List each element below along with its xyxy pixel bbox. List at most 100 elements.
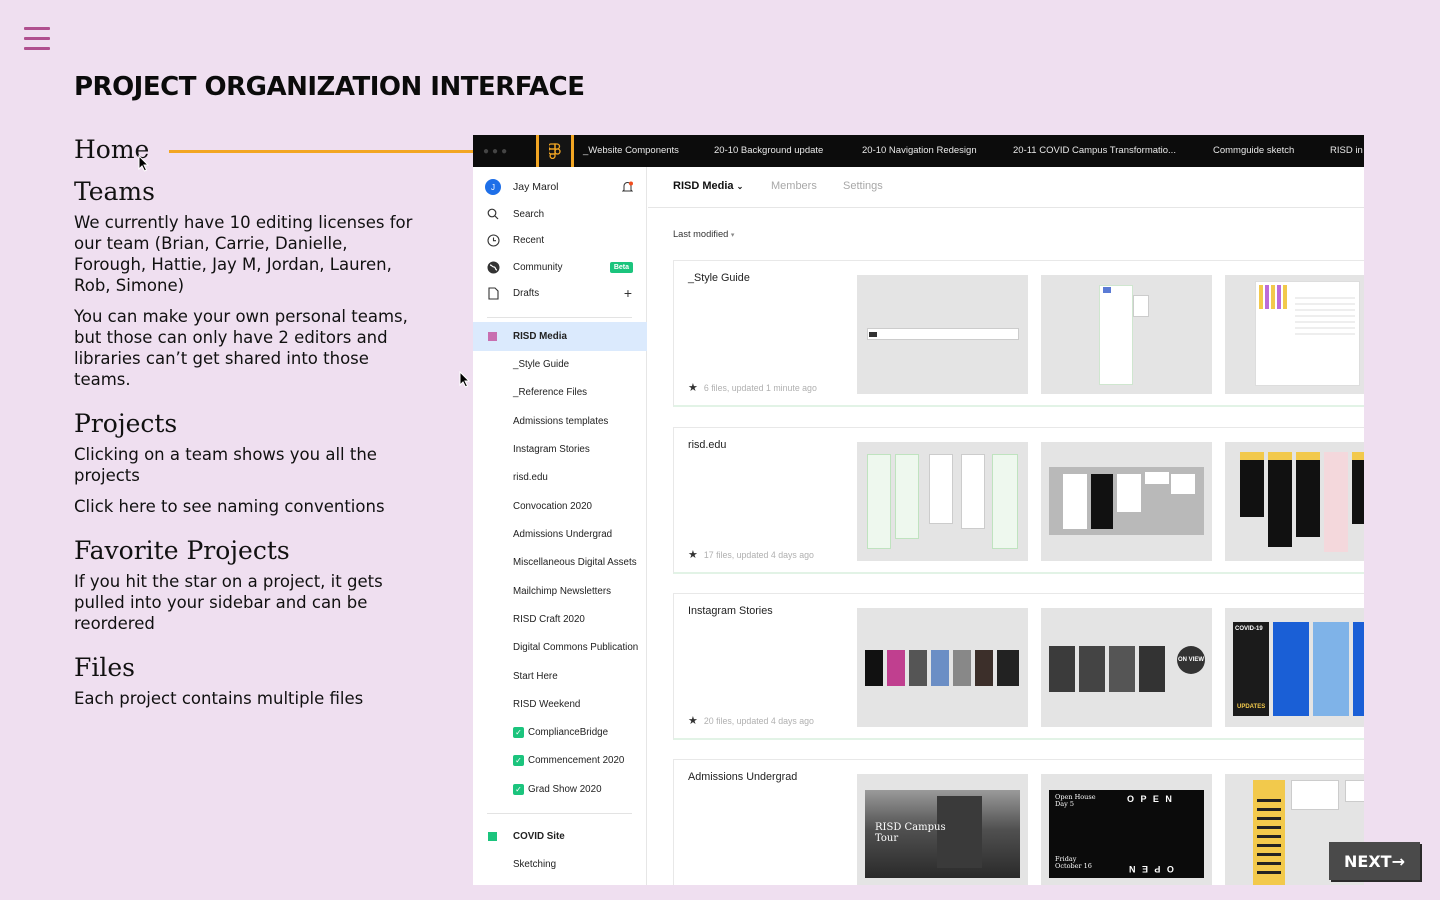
chevron-down-icon: ⌄ xyxy=(736,182,744,191)
clock-icon xyxy=(486,233,500,247)
members-link[interactable]: Members xyxy=(771,180,817,192)
sidebar-item-search[interactable]: Search xyxy=(473,200,647,228)
sidebar-user[interactable]: J Jay Marol xyxy=(473,173,647,201)
next-button[interactable]: NEXT→ xyxy=(1329,842,1420,880)
cursor-icon xyxy=(459,371,471,388)
sidebar-project[interactable]: _Reference Files xyxy=(473,378,647,406)
tab-background-update[interactable]: 20-10 Background update xyxy=(714,135,823,167)
project-meta: ★ 17 files, updated 4 days ago xyxy=(688,548,814,561)
favorites-text: If you hit the star on a project, it get… xyxy=(74,572,383,633)
sidebar-project[interactable]: Convocation 2020 xyxy=(473,492,647,520)
tab-bar: ●●● _Website Components 20-10 Background… xyxy=(473,135,1364,167)
files-heading: Files xyxy=(74,653,135,682)
projects-heading: Projects xyxy=(74,409,178,438)
file-thumbnail[interactable]: COVID-19 UPDATES xyxy=(1225,608,1364,727)
team-label: RISD Media xyxy=(513,331,567,342)
file-thumbnail[interactable] xyxy=(857,442,1028,561)
sidebar-team-risd-media[interactable]: RISD Media xyxy=(473,322,647,351)
sort-dropdown[interactable]: Last modified ▾ xyxy=(673,229,734,239)
open-word-top: O P E N xyxy=(1127,794,1174,804)
open-house-label: Open House Day 5 xyxy=(1055,793,1096,808)
file-thumbnail[interactable]: Open House Day 5 Friday October 16 O P E… xyxy=(1041,774,1212,885)
project-name: Instagram Stories xyxy=(688,605,773,617)
project-meta: ★ 20 files, updated 4 days ago xyxy=(688,714,814,727)
star-icon[interactable]: ★ xyxy=(688,381,698,394)
open-house-date: Friday October 16 xyxy=(1055,855,1092,870)
figma-logo-icon xyxy=(549,143,561,159)
sidebar-project[interactable]: Mailchimp Newsletters xyxy=(473,577,647,605)
bell-icon[interactable] xyxy=(622,181,633,193)
file-thumbnail[interactable] xyxy=(857,275,1028,394)
explanation-panel: Home Teams We currently have 10 editing … xyxy=(74,134,414,709)
project-card[interactable]: Admissions Undergrad RISD Campus Tour Op… xyxy=(673,759,1364,885)
project-meta-text: 17 files, updated 4 days ago xyxy=(703,549,814,560)
project-meta-text: 20 files, updated 4 days ago xyxy=(703,715,814,726)
user-name: Jay Marol xyxy=(513,181,559,193)
file-thumbnail[interactable]: RISD Campus Tour xyxy=(857,774,1028,885)
tab-risd-in[interactable]: RISD in xyxy=(1330,135,1363,167)
sidebar-project[interactable]: Start Here xyxy=(473,662,647,690)
team-title-dropdown[interactable]: RISD Media ⌄ xyxy=(673,180,743,192)
main-panel: RISD Media ⌄ Members Settings Last modif… xyxy=(648,167,1364,885)
sidebar-project-checked[interactable]: ✓ Commencement 2020 xyxy=(473,746,647,774)
file-thumbnail[interactable] xyxy=(1225,442,1364,561)
file-thumbnail[interactable] xyxy=(1041,275,1212,394)
divider xyxy=(487,317,632,318)
file-thumbnail[interactable]: ON VIEW xyxy=(1041,608,1212,727)
figma-home-button[interactable] xyxy=(536,135,574,170)
sidebar-project[interactable]: Digital Commons Publication xyxy=(473,633,647,661)
project-meta-text: 6 files, updated 1 minute ago xyxy=(703,382,817,393)
team-color-icon xyxy=(488,831,497,841)
files-text: Each project contains multiple files xyxy=(74,689,364,708)
tab-commguide-sketch[interactable]: Commguide sketch xyxy=(1213,135,1294,167)
sidebar-item-recent[interactable]: Recent xyxy=(473,226,647,254)
project-card[interactable]: risd.edu ★ 17 files, updated 4 days ago xyxy=(673,427,1364,574)
sidebar-project[interactable]: _Style Guide xyxy=(473,350,647,378)
star-icon[interactable]: ★ xyxy=(688,548,698,561)
check-icon: ✓ xyxy=(513,783,524,795)
teams-heading: Teams xyxy=(74,177,155,206)
favorites-heading: Favorite Projects xyxy=(74,536,290,565)
sidebar-project[interactable]: Miscellaneous Digital Assets xyxy=(473,548,647,576)
menu-icon[interactable] xyxy=(24,27,50,51)
sidebar-item-label: ComplianceBridge xyxy=(528,726,609,738)
campus-tour-label: RISD Campus Tour xyxy=(875,822,946,844)
project-card[interactable]: _Style Guide ★ 6 files, updated 1 minute … xyxy=(673,260,1364,407)
covid-label: COVID-19 xyxy=(1235,626,1263,632)
sidebar-project[interactable]: risd.edu xyxy=(473,463,647,491)
sidebar-project[interactable]: Admissions Undergrad xyxy=(473,520,647,548)
sidebar-project-checked[interactable]: ✓ Grad Show 2020 xyxy=(473,775,647,803)
figma-window: ●●● _Website Components 20-10 Background… xyxy=(473,135,1364,885)
teams-text-2: You can make your own personal teams, bu… xyxy=(74,307,408,389)
sidebar-item-label: Drafts xyxy=(513,287,540,299)
team-title: RISD Media xyxy=(673,180,734,192)
sidebar-project[interactable]: RISD Craft 2020 xyxy=(473,605,647,633)
sidebar-project[interactable]: Instagram Stories xyxy=(473,435,647,463)
sidebar-project[interactable]: Sketching xyxy=(473,850,647,878)
globe-icon xyxy=(487,261,499,273)
tab-website-components[interactable]: _Website Components xyxy=(583,135,679,167)
plus-icon[interactable]: + xyxy=(624,285,632,301)
projects-text-1: Clicking on a team shows you all the pro… xyxy=(74,445,377,485)
cursor-icon xyxy=(138,155,150,172)
file-thumbnail[interactable] xyxy=(1041,442,1212,561)
tab-navigation-redesign[interactable]: 20-10 Navigation Redesign xyxy=(862,135,977,167)
file-thumbnail[interactable] xyxy=(1225,275,1364,394)
sidebar-project-checked[interactable]: ✓ ComplianceBridge xyxy=(473,718,647,746)
settings-link[interactable]: Settings xyxy=(843,180,883,192)
team-color-icon xyxy=(488,332,497,341)
sidebar-item-community[interactable]: Community Beta xyxy=(473,253,647,281)
sidebar-team-covid-site[interactable]: COVID Site xyxy=(473,822,647,850)
sidebar-item-drafts[interactable]: Drafts + xyxy=(473,279,647,307)
open-word-bottom: O P E N xyxy=(1127,864,1174,874)
star-icon[interactable]: ★ xyxy=(688,714,698,727)
project-card[interactable]: Instagram Stories ★ 20 files, updated 4 d… xyxy=(673,593,1364,740)
tab-covid-campus[interactable]: 20-11 COVID Campus Transformatio... xyxy=(1013,135,1176,167)
sidebar-project[interactable]: RISD Weekend xyxy=(473,690,647,718)
file-thumbnail[interactable] xyxy=(857,608,1028,727)
sidebar-project[interactable]: Admissions templates xyxy=(473,407,647,435)
file-icon xyxy=(487,286,499,300)
check-icon: ✓ xyxy=(513,754,524,766)
sidebar-item-label: Commencement 2020 xyxy=(528,754,625,766)
projects-text-2[interactable]: Click here to see naming conventions xyxy=(74,496,414,517)
